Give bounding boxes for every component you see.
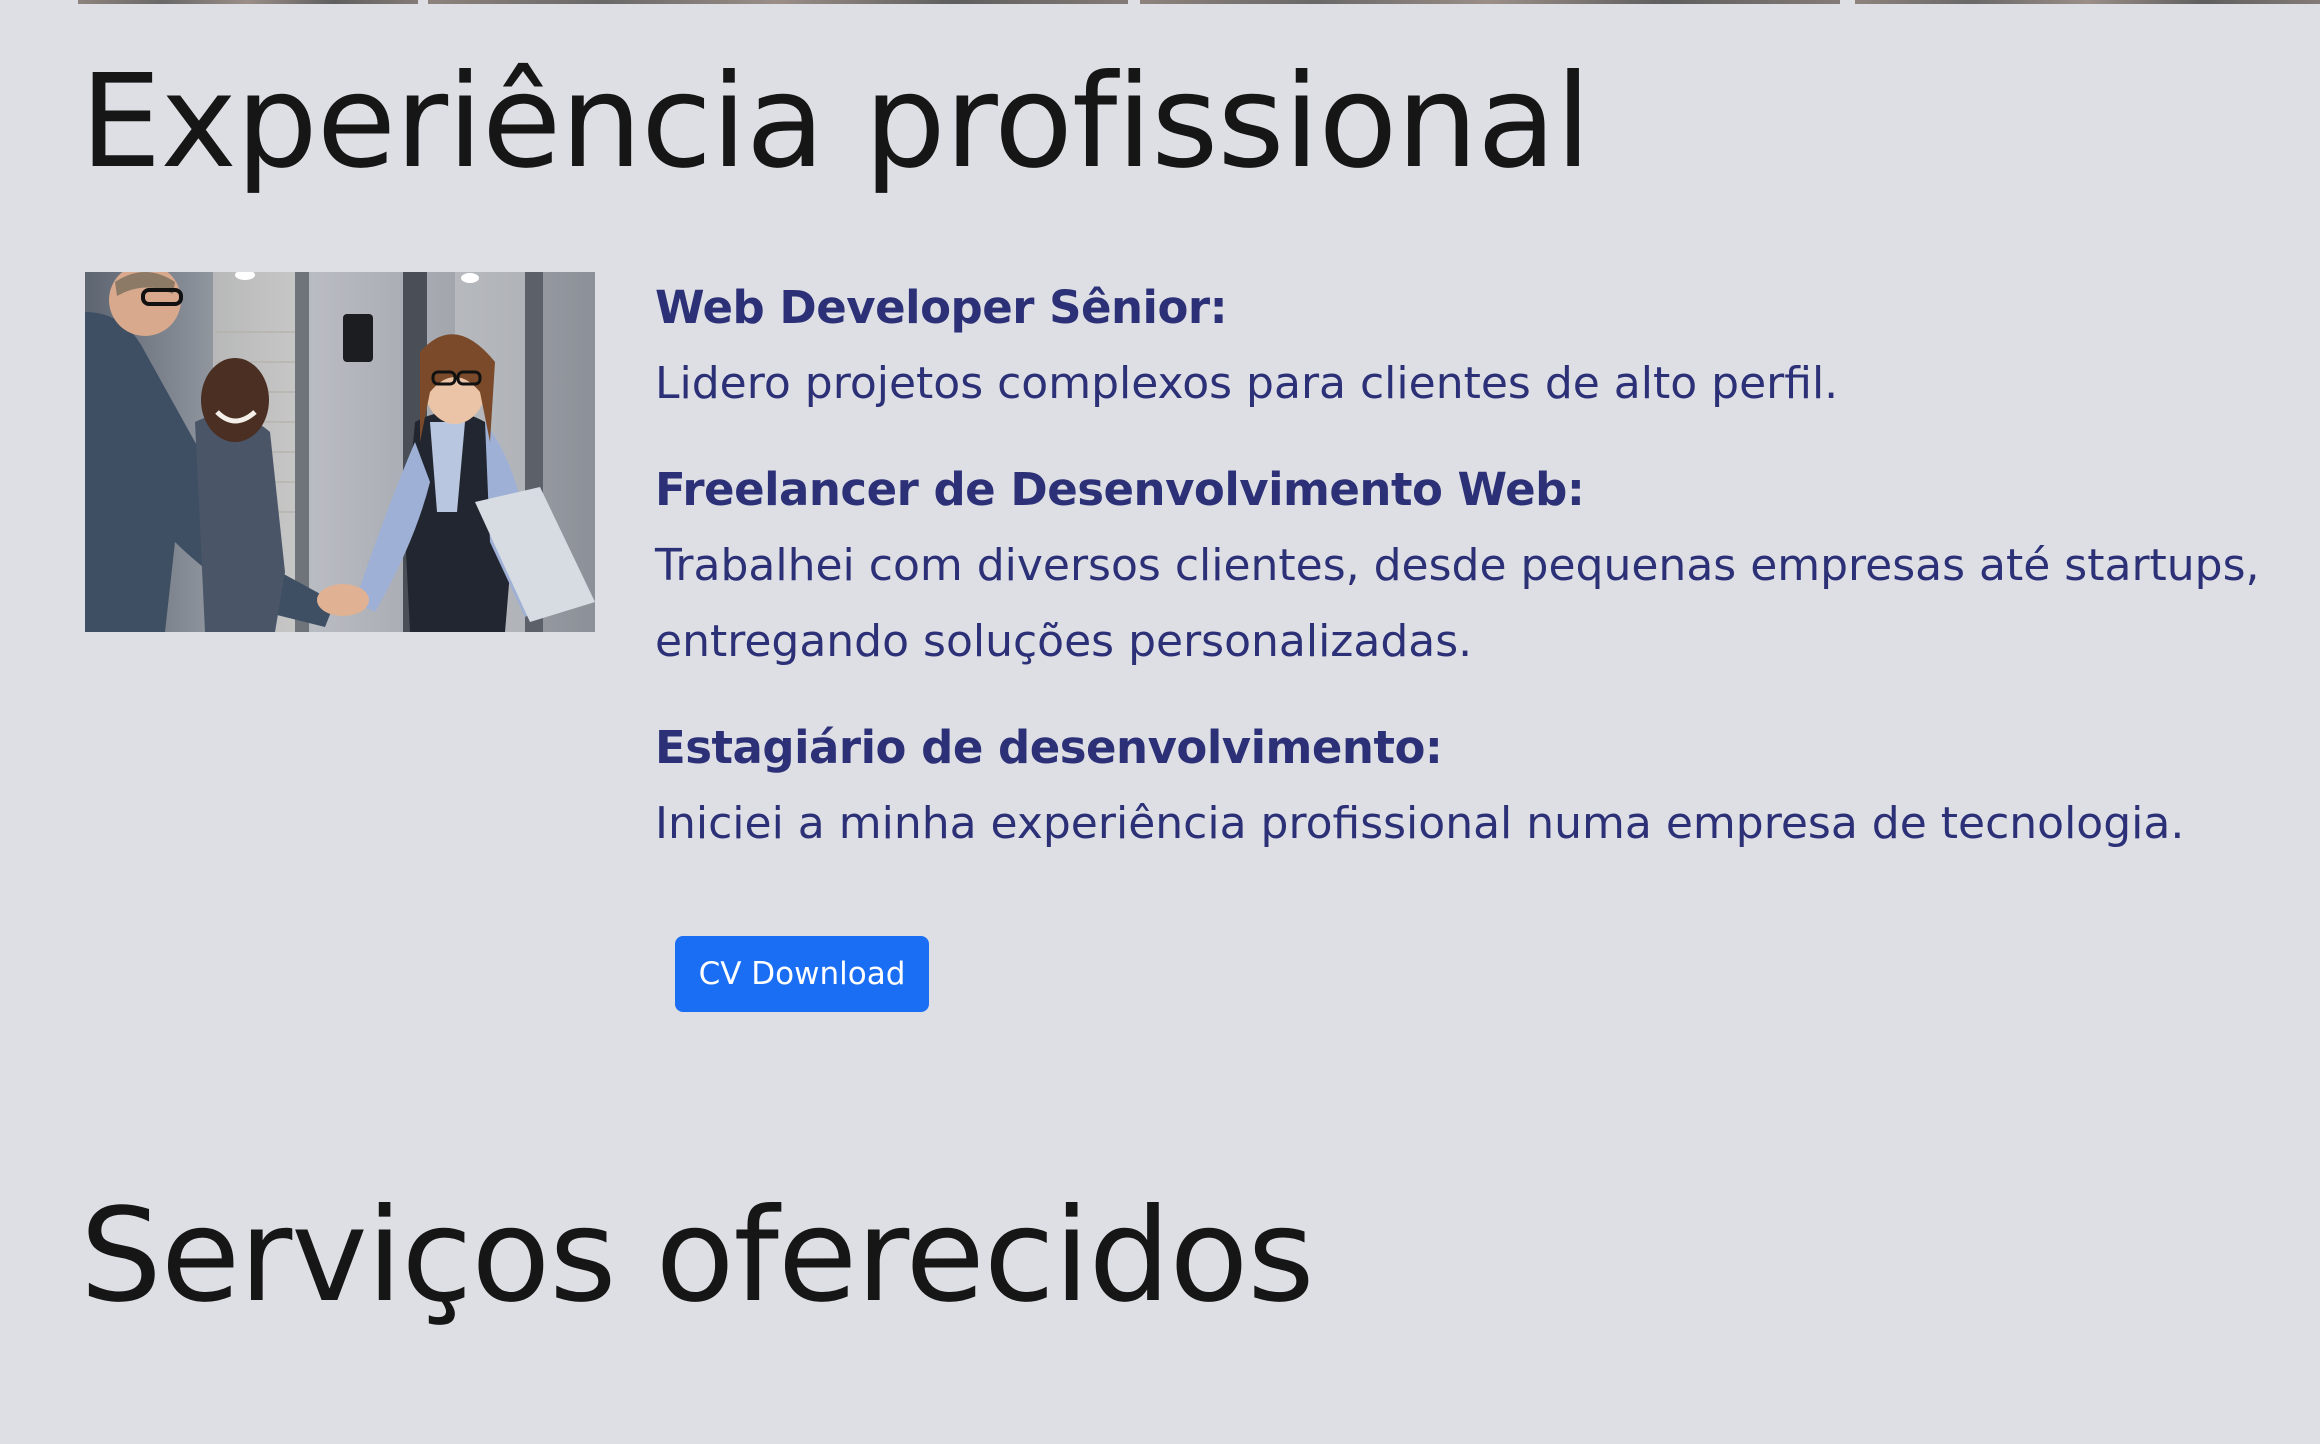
- services-section-title: Serviços oferecidos: [80, 1181, 1315, 1331]
- cv-download-button[interactable]: CV Download: [675, 936, 929, 1012]
- job-description: Trabalhei com diversos clientes, desde p…: [655, 540, 2260, 667]
- job-title: Freelancer de Desenvolvimento Web:: [655, 463, 1585, 516]
- job-description: Iniciei a minha experiência profissional…: [655, 798, 2185, 849]
- handshake-photo: [85, 272, 595, 632]
- job-item-intern: Estagiário de desenvolvimento: Iniciei a…: [655, 710, 2295, 862]
- experience-list: Web Developer Sênior: Lidero projetos co…: [655, 270, 2295, 892]
- job-title: Estagiário de desenvolvimento:: [655, 721, 1443, 774]
- job-item-freelancer: Freelancer de Desenvolvimento Web: Traba…: [655, 452, 2295, 680]
- experience-section-title: Experiência profissional: [80, 47, 1591, 197]
- job-description: Lidero projetos complexos para clientes …: [655, 358, 1839, 409]
- job-item-senior: Web Developer Sênior: Lidero projetos co…: [655, 270, 2295, 422]
- job-title: Web Developer Sênior:: [655, 281, 1228, 334]
- top-image-edge: [0, 0, 2320, 6]
